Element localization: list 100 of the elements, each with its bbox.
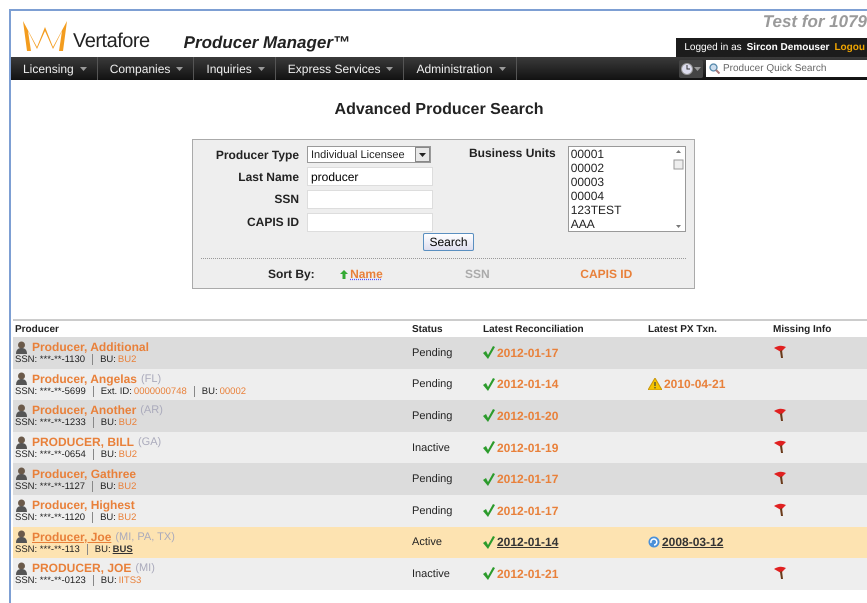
sort-label: Sort By: (268, 267, 316, 281)
page-title: Advanced Producer Search (334, 101, 544, 119)
bu-label: BU: (100, 449, 117, 460)
ssn-text: SSN: ***-**-0654 (15, 449, 86, 460)
list-option[interactable]: 00002 (570, 161, 672, 175)
flag-icon (774, 502, 787, 516)
bu-label: BU: (202, 386, 218, 397)
list-option[interactable]: 00003 (570, 175, 672, 189)
history-button[interactable] (679, 60, 703, 78)
ssn-field[interactable] (307, 190, 433, 209)
warning-icon (648, 378, 662, 390)
checkmark-icon (483, 346, 495, 360)
flag-icon (774, 471, 787, 484)
list-option[interactable]: 123TEST (570, 203, 672, 217)
menu-item[interactable]: Express Services (276, 57, 404, 80)
caret-icon (694, 66, 701, 70)
business-units-list[interactable]: 00001 00002 00003 00004 123TEST AAA (568, 146, 686, 232)
login-label: Logged in as (684, 42, 742, 53)
ssn-text: SSN: ***-**-0123 (15, 575, 86, 586)
quick-search-field[interactable]: Producer Quick Search (706, 60, 867, 77)
status-text: Pending (411, 346, 454, 359)
flag-icon (774, 566, 787, 579)
checkmark-icon (483, 536, 495, 549)
environment-label: Test for 1079 (762, 12, 867, 32)
column-header: Latest Reconciliation (482, 324, 585, 334)
logout-link[interactable]: Logou (834, 42, 865, 53)
search-button[interactable]: Search (423, 233, 474, 251)
px-txn-date-link[interactable]: 2008-03-12 (662, 535, 724, 550)
product-title: Producer Manager™ (184, 33, 350, 53)
menu-label: Licensing (23, 62, 74, 76)
producer-type-dropdown[interactable]: Individual Licensee (307, 146, 431, 164)
capis-id-field[interactable] (307, 212, 433, 232)
status-text: Active (411, 536, 443, 548)
column-header: Missing Info (772, 324, 832, 334)
search-icon (709, 63, 720, 74)
producer-states: (GA) (138, 436, 162, 448)
producer-states: (MI) (135, 562, 155, 574)
bu-label: BU: (100, 354, 116, 366)
menu-item[interactable]: Inquiries (194, 57, 276, 80)
flag-icon (774, 344, 787, 358)
bu-label: BU: (100, 575, 117, 586)
ext-id-label: Ext. ID: (100, 386, 132, 397)
refresh-icon (648, 536, 660, 548)
person-icon (15, 530, 28, 544)
logo-icon (21, 19, 69, 53)
brand-name: Vertafore (73, 30, 150, 53)
bu-label: BU: (94, 544, 111, 555)
list-option[interactable]: 00004 (570, 189, 672, 203)
list-option[interactable]: AAA (570, 217, 672, 231)
status-text: Inactive (411, 442, 451, 454)
list-option[interactable]: 00001 (570, 147, 672, 161)
checkmark-icon (483, 472, 495, 486)
status-text: Pending (411, 473, 454, 486)
clock-icon (681, 62, 693, 74)
column-header: Producer (14, 324, 60, 334)
person-icon (15, 562, 28, 575)
menu-item[interactable]: Administration (404, 57, 516, 80)
person-icon (15, 498, 28, 512)
menu-item[interactable]: Licensing (11, 57, 98, 80)
checkmark-icon (483, 504, 495, 518)
menu-label: Companies (110, 62, 170, 76)
ssn-text: SSN: ***-**-1120 (15, 512, 86, 524)
producer-row[interactable]: Producer, Joe (MI, PA, TX) SSN: ***-**-113 BU: BUS Active 2012-01-14 2008-03-12 (13, 526, 867, 558)
menu-label: Inquiries (206, 62, 252, 76)
field-label: Business Units (469, 146, 556, 160)
ssn-text: SSN: ***-**-5699 (15, 386, 86, 397)
reconciliation-date-link[interactable]: 2012-01-14 (497, 535, 558, 550)
last-name-field[interactable]: producer (307, 167, 433, 186)
menu-label: Express Services (288, 62, 380, 76)
menu-label: Administration (416, 62, 492, 76)
column-header: Status (411, 324, 444, 334)
status-text: Pending (411, 378, 454, 390)
flag-icon (774, 440, 787, 453)
status-text: Pending (411, 504, 454, 517)
person-icon (15, 436, 28, 449)
field-label: CAPIS ID (246, 215, 299, 230)
flag-icon (774, 408, 787, 421)
caret-icon (386, 66, 394, 70)
bu-link[interactable]: BUS (112, 544, 133, 555)
ssn-text: SSN: ***-**-1233 (15, 417, 86, 428)
producer-states: (MI, PA, TX) (115, 530, 175, 543)
caret-icon (498, 66, 506, 70)
menu-item[interactable]: Companies (98, 57, 194, 80)
ssn-text: SSN: ***-**-1130 (15, 354, 86, 366)
status-text: Pending (411, 410, 454, 422)
person-icon (15, 467, 28, 480)
person-icon (15, 340, 28, 354)
checkmark-icon (483, 409, 495, 422)
field-label: SSN (273, 192, 299, 206)
bu-label: BU: (100, 512, 116, 524)
bu-label: BU: (100, 480, 116, 492)
ssn-text: SSN: ***-**-1127 (15, 480, 86, 492)
person-icon (15, 404, 28, 417)
column-header: Latest PX Txn. (647, 324, 718, 334)
checkmark-icon (483, 378, 495, 391)
field-label: Last Name (237, 170, 299, 184)
checkmark-icon (483, 441, 495, 454)
field-label: Producer Type (214, 148, 299, 162)
caret-icon (258, 66, 265, 70)
producer-states: (FL) (140, 372, 162, 385)
